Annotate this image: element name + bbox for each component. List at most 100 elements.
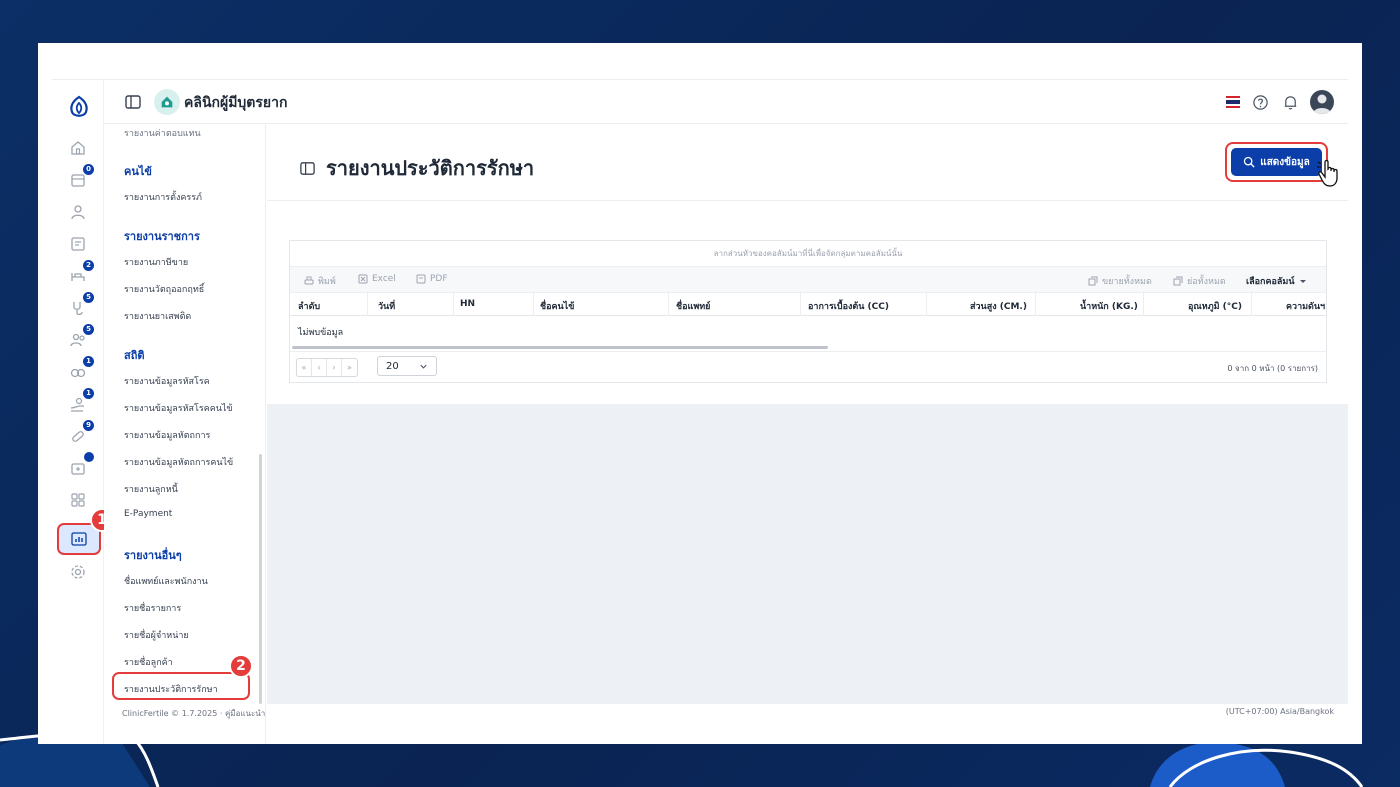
hand-pointer-icon — [1317, 159, 1338, 187]
column-header[interactable]: ลำดับ — [298, 299, 320, 313]
sidebar-item-item-list[interactable]: รายชื่อรายการ — [124, 601, 181, 615]
apps-icon[interactable] — [66, 488, 90, 512]
sidebar-item-psychotropic[interactable]: รายงานวัตถุออกฤทธิ์ — [124, 282, 204, 296]
column-separator — [367, 293, 368, 316]
sidebar-item-procedure[interactable]: รายงานข้อมูลหัตถการ — [124, 428, 210, 442]
column-header[interactable]: วันที่ — [378, 299, 395, 313]
column-separator — [533, 293, 534, 316]
bar-chart-icon — [71, 532, 87, 546]
sidebar-item-disease-code[interactable]: รายงานข้อมูลรหัสโรค — [124, 374, 210, 388]
collapse-all-label: ย่อทั้งหมด — [1187, 277, 1226, 287]
column-separator — [1035, 293, 1036, 316]
clinic-name: คลินิกผู้มีบุตรยาก — [184, 95, 288, 111]
expand-all-button[interactable]: ขยายทั้งหมด — [1088, 274, 1152, 288]
pager-navigation: « ‹ › » — [296, 358, 358, 377]
column-header[interactable]: HN — [460, 299, 475, 309]
section-other: รายงานอื่นๆ — [124, 549, 182, 562]
column-header[interactable]: อุณหภูมิ (°C) — [1188, 299, 1242, 313]
column-separator — [668, 293, 669, 316]
footer-version: ClinicFertile © 1.7.2025 · คู่มือแนะนำ — [122, 709, 266, 718]
patients-icon[interactable]: 5 — [66, 324, 94, 352]
sidebar-item-disease-code-patient[interactable]: รายงานข้อมูลรหัสโรคคนไข้ — [124, 401, 233, 415]
sidebar-item-customers[interactable]: รายชื่อลูกค้า — [124, 655, 173, 669]
horizontal-scrollbar[interactable] — [292, 346, 828, 349]
hand-icon[interactable]: 1 — [66, 388, 94, 416]
help-icon[interactable] — [1250, 92, 1270, 112]
chevron-down-icon — [1300, 280, 1307, 283]
report-sidebar: รายงานค่าตอบแทน คนไข้ รายงานการตั้งครรภ์… — [104, 124, 266, 744]
show-data-button[interactable]: แสดงข้อมูล — [1231, 148, 1322, 176]
column-header[interactable]: ชื่อแพทย์ — [676, 299, 710, 313]
column-header[interactable]: ความดันฯ — [1286, 299, 1326, 313]
pdf-icon — [416, 274, 426, 284]
stethoscope-badge: 5 — [83, 292, 94, 303]
bell-icon[interactable] — [1280, 92, 1300, 112]
last-page-button[interactable]: » — [342, 359, 357, 376]
column-header[interactable]: น้ำหนัก (KG.) — [1080, 299, 1138, 313]
sidebar-item-suppliers[interactable]: รายชื่อผู้จำหน่าย — [124, 628, 189, 642]
grid-header-row: ลำดับ วันที่ HN ชื่อคนไข้ ชื่อแพทย์ อากา… — [290, 293, 1326, 316]
lab-icon[interactable]: 1 — [66, 356, 94, 384]
sidebar-item-e-payment[interactable]: E-Payment — [124, 509, 172, 519]
pdf-button[interactable]: PDF — [416, 274, 448, 284]
calendar-icon[interactable]: 0 — [66, 164, 94, 192]
bed-badge: 2 — [83, 260, 94, 271]
column-separator — [453, 293, 454, 316]
app-logo-icon[interactable] — [66, 94, 92, 120]
expand-icon — [1088, 276, 1098, 286]
column-header[interactable]: ส่วนสูง (CM.) — [970, 299, 1027, 313]
next-page-button[interactable]: › — [327, 359, 342, 376]
column-header[interactable]: อาการเบื้องต้น (CC) — [808, 299, 889, 313]
page-size-value: 20 — [386, 360, 399, 372]
show-data-button-highlight: แสดงข้อมูล — [1225, 142, 1328, 182]
print-label: พิมพ์ — [318, 277, 336, 287]
grid-pager: « ‹ › » 20 0 จาก 0 หน้า (0 รายการ) — [290, 351, 1326, 384]
page-header: รายงานประวัติการรักษา — [299, 152, 534, 184]
collapse-all-button[interactable]: ย่อทั้งหมด — [1173, 274, 1226, 288]
bed-icon[interactable]: 2 — [66, 260, 94, 288]
settings-icon[interactable] — [66, 560, 90, 584]
footer-timezone: (UTC+07:00) Asia/Bangkok — [1225, 707, 1334, 716]
section-government: รายงานราชการ — [124, 230, 200, 243]
column-chooser-label: เลือกคอลัมน์ — [1246, 277, 1295, 287]
header-divider — [267, 200, 1348, 201]
lab-badge: 1 — [83, 356, 94, 367]
sidebar-item-doctors-staff[interactable]: ชื่อแพทย์และพนักงาน — [124, 574, 208, 588]
excel-button[interactable]: Excel — [358, 274, 396, 284]
sidebar-item-treatment-history[interactable]: รายงานประวัติการรักษา — [124, 682, 218, 696]
page-size-select[interactable]: 20 — [377, 356, 437, 376]
screenshot-frame: 0 2 5 5 1 1 9 1 คลินิกผู้มีบุตรยาก รายงา… — [38, 43, 1362, 744]
pill-icon[interactable]: 9 — [66, 420, 94, 448]
icon-rail: 0 2 5 5 1 1 9 — [52, 80, 104, 744]
print-button[interactable]: พิมพ์ — [304, 274, 336, 288]
column-separator — [1251, 293, 1252, 316]
grid-toolbar: พิมพ์ Excel PDF ขยายทั้งหมด ย่อทั้งหมด เ… — [290, 267, 1326, 293]
thai-flag-icon[interactable] — [1226, 96, 1240, 108]
sidebar-toggle-icon[interactable] — [124, 93, 142, 111]
expand-all-label: ขยายทั้งหมด — [1102, 277, 1152, 287]
sidebar-item-sales-tax[interactable]: รายงานภาษีขาย — [124, 255, 188, 269]
sidebar-item-debtors[interactable]: รายงานลูกหนี้ — [124, 482, 178, 496]
sidebar-scrollbar[interactable] — [259, 454, 262, 704]
page-title: รายงานประวัติการรักษา — [326, 156, 535, 180]
excel-icon — [358, 274, 368, 284]
first-page-button[interactable]: « — [297, 359, 312, 376]
inventory-dot — [84, 452, 94, 462]
document-icon[interactable] — [66, 232, 90, 256]
no-data-message: ไม่พบข้อมูล — [298, 328, 344, 338]
user-avatar[interactable] — [1310, 90, 1334, 114]
sidebar-item-narcotics[interactable]: รายงานยาเสพติด — [124, 309, 191, 323]
home-icon[interactable] — [66, 136, 90, 160]
sidebar-item-pregnancy[interactable]: รายงานการตั้งครรภ์ — [124, 190, 202, 204]
inventory-icon[interactable] — [66, 452, 94, 480]
group-panel-hint[interactable]: ลากส่วนหัวของคอลัมน์มาที่นี่เพื่อจัดกลุ่… — [290, 241, 1326, 267]
user-icon[interactable] — [66, 200, 90, 224]
app-window: 0 2 5 5 1 1 9 1 คลินิกผู้มีบุตรยาก รายงา… — [52, 79, 1348, 744]
column-header[interactable]: ชื่อคนไข้ — [540, 299, 574, 313]
sidebar-item-compensation[interactable]: รายงานค่าตอบแทน — [124, 126, 201, 140]
sidebar-item-procedure-patient[interactable]: รายงานข้อมูลหัตถการคนไข้ — [124, 455, 233, 469]
column-chooser[interactable]: เลือกคอลัมน์ — [1246, 274, 1308, 288]
stethoscope-icon[interactable]: 5 — [66, 292, 94, 320]
prev-page-button[interactable]: ‹ — [312, 359, 327, 376]
section-patient: คนไข้ — [124, 165, 152, 178]
